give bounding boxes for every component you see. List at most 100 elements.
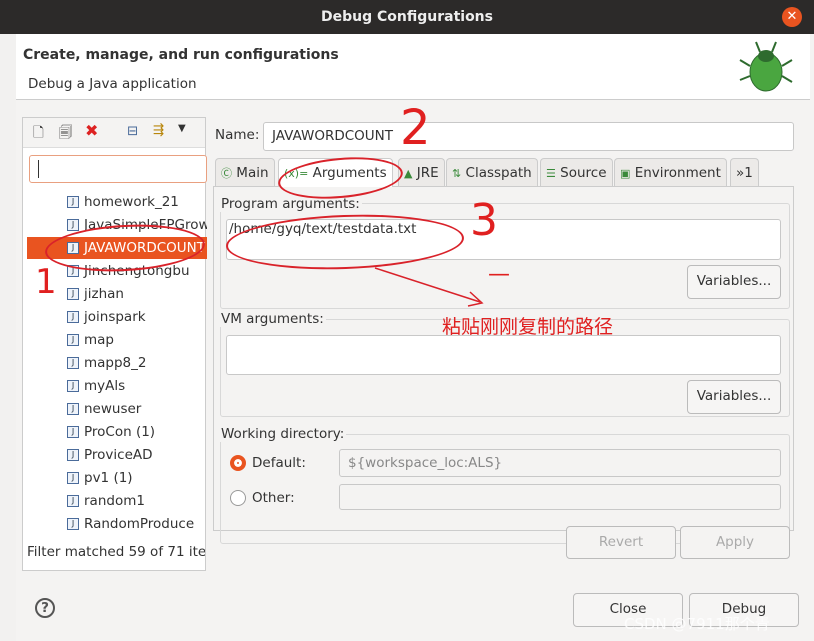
java-app-icon: J: [67, 472, 79, 484]
java-app-icon: J: [67, 357, 79, 369]
tab-source[interactable]: ☰ Source: [540, 158, 613, 186]
java-app-icon: J: [67, 242, 79, 254]
config-item-label: JAVAWORDCOUNT: [84, 240, 206, 256]
sidebar-toolbar: 🗋 🗐 ✖ ⊟ ⇶ ▼: [23, 118, 205, 148]
config-list-item[interactable]: Jpv1 (1): [27, 467, 207, 489]
tab-environment[interactable]: ▣ Environment: [614, 158, 727, 186]
config-list-item[interactable]: J JAVAWORDCOUNT: [27, 237, 207, 259]
java-app-icon: J: [67, 288, 79, 300]
delete-icon[interactable]: ✖: [85, 121, 98, 140]
debug-button[interactable]: Debug: [689, 593, 799, 627]
config-sidebar: 🗋 🗐 ✖ ⊟ ⇶ ▼ Jhomework_21 J JavaSimpleFPGro…: [22, 117, 207, 571]
other-label: Other:: [252, 490, 295, 506]
config-item-label: ProviceAD: [84, 447, 153, 463]
tab-label: Main: [236, 165, 269, 181]
tab-label: Classpath: [465, 165, 532, 181]
config-item-label: homework_21: [84, 194, 179, 210]
config-list-item[interactable]: Jjizhan: [27, 283, 207, 305]
config-list-item[interactable]: J Jinchengtongbu: [27, 260, 207, 282]
tab-label: Arguments: [312, 165, 387, 181]
header-title: Create, manage, and run configurations: [23, 47, 339, 63]
tab-classpath[interactable]: ⇅ Classpath: [446, 158, 538, 186]
source-tab-icon: ☰: [546, 167, 556, 180]
new-config-icon[interactable]: 🗋: [33, 123, 44, 146]
arguments-tab-icon: (x)=: [284, 167, 309, 180]
java-app-icon: J: [67, 426, 79, 438]
tab-arguments[interactable]: (x)= Arguments: [278, 158, 393, 187]
name-label: Name:: [215, 127, 260, 143]
tab-label: Source: [560, 165, 607, 181]
config-item-label: RandomProduce: [84, 516, 195, 532]
config-item-label: pv1 (1): [84, 470, 133, 486]
classpath-tab-icon: ⇅: [452, 167, 462, 180]
java-app-icon: J: [67, 265, 79, 277]
config-list-item[interactable]: Jjoinspark: [27, 306, 207, 328]
config-item-label: joinspark: [84, 309, 146, 325]
dropdown-arrow-icon[interactable]: ▼: [178, 123, 186, 134]
duplicate-icon[interactable]: 🗐: [59, 123, 73, 146]
tab-main[interactable]: Ⓒ Main: [215, 158, 275, 186]
filter-input[interactable]: [29, 155, 207, 183]
config-item-label: newuser: [84, 401, 142, 417]
config-list-item[interactable]: J RandomProduce: [27, 513, 207, 535]
java-app-icon: J: [67, 403, 79, 415]
title-bar: Debug Configurations: [0, 0, 814, 34]
help-icon[interactable]: ?: [35, 598, 55, 618]
background-window: [0, 0, 16, 641]
java-app-icon: J: [67, 334, 79, 346]
default-dir-input: ${workspace_loc:ALS}: [339, 449, 781, 477]
tab-label: Environment: [634, 165, 721, 181]
java-app-icon: J: [67, 495, 79, 507]
other-radio[interactable]: [230, 490, 246, 506]
program-variables-button[interactable]: Variables...: [687, 265, 781, 299]
header-subtitle: Debug a Java application: [28, 76, 197, 92]
vm-arguments-input[interactable]: [226, 335, 781, 375]
java-app-icon: J: [67, 196, 79, 208]
filter-status: Filter matched 59 of 71 items: [27, 544, 205, 560]
tab-label: JRE: [416, 165, 439, 181]
revert-button[interactable]: Revert: [566, 526, 676, 559]
java-app-icon: J: [67, 219, 79, 231]
jre-tab-icon: ▲: [404, 167, 413, 180]
vm-arguments-label: VM arguments:: [219, 311, 326, 327]
java-app-icon: J: [67, 449, 79, 461]
apply-button[interactable]: Apply: [680, 526, 790, 559]
collapse-all-icon[interactable]: ⊟: [127, 123, 138, 139]
tab-jre[interactable]: ▲ JRE: [398, 158, 445, 186]
debug-bug-icon: [739, 41, 793, 92]
config-list-item[interactable]: J ProviceAD: [27, 444, 207, 466]
config-list-item[interactable]: JmyAls: [27, 375, 207, 397]
config-list-item[interactable]: Jrandom1: [27, 490, 207, 512]
config-item-label: map: [84, 332, 114, 348]
config-list-item[interactable]: J JavaSimpleFPGrowth: [27, 214, 207, 236]
config-item-label: Jinchengtongbu: [84, 263, 190, 279]
main-tab-icon: Ⓒ: [221, 167, 232, 180]
java-app-icon: J: [67, 518, 79, 530]
program-arguments-input[interactable]: /home/gyq/text/testdata.txt: [226, 219, 781, 260]
default-radio[interactable]: [230, 455, 246, 471]
working-directory-label: Working directory:: [219, 426, 347, 442]
dialog-header: Create, manage, and run configurations D…: [16, 34, 810, 100]
close-button[interactable]: Close: [573, 593, 683, 627]
close-icon[interactable]: ✕: [782, 7, 802, 27]
environment-tab-icon: ▣: [620, 167, 631, 180]
tab-1[interactable]: »1: [730, 158, 759, 186]
config-item-label: random1: [84, 493, 145, 509]
program-arguments-label: Program arguments:: [219, 196, 362, 212]
config-list-item[interactable]: Jnewuser: [27, 398, 207, 420]
config-item-label: mapp8_2: [84, 355, 147, 371]
window-title: Debug Configurations: [321, 9, 493, 25]
filter-icon[interactable]: ⇶: [153, 122, 164, 138]
java-app-icon: J: [67, 311, 79, 323]
config-list-item[interactable]: Jmap: [27, 329, 207, 351]
config-item-label: jizhan: [84, 286, 124, 302]
arguments-panel: Program arguments: /home/gyq/text/testda…: [213, 186, 794, 544]
name-input[interactable]: JAVAWORDCOUNT: [263, 122, 794, 151]
tab-label: »1: [736, 165, 753, 181]
config-list-item[interactable]: J ProCon (1): [27, 421, 207, 443]
config-item-label: ProCon (1): [84, 424, 156, 440]
other-dir-input: [339, 484, 781, 510]
config-list-item[interactable]: Jmapp8_2: [27, 352, 207, 374]
vm-variables-button[interactable]: Variables...: [687, 380, 781, 414]
config-list-item[interactable]: Jhomework_21: [27, 191, 207, 213]
